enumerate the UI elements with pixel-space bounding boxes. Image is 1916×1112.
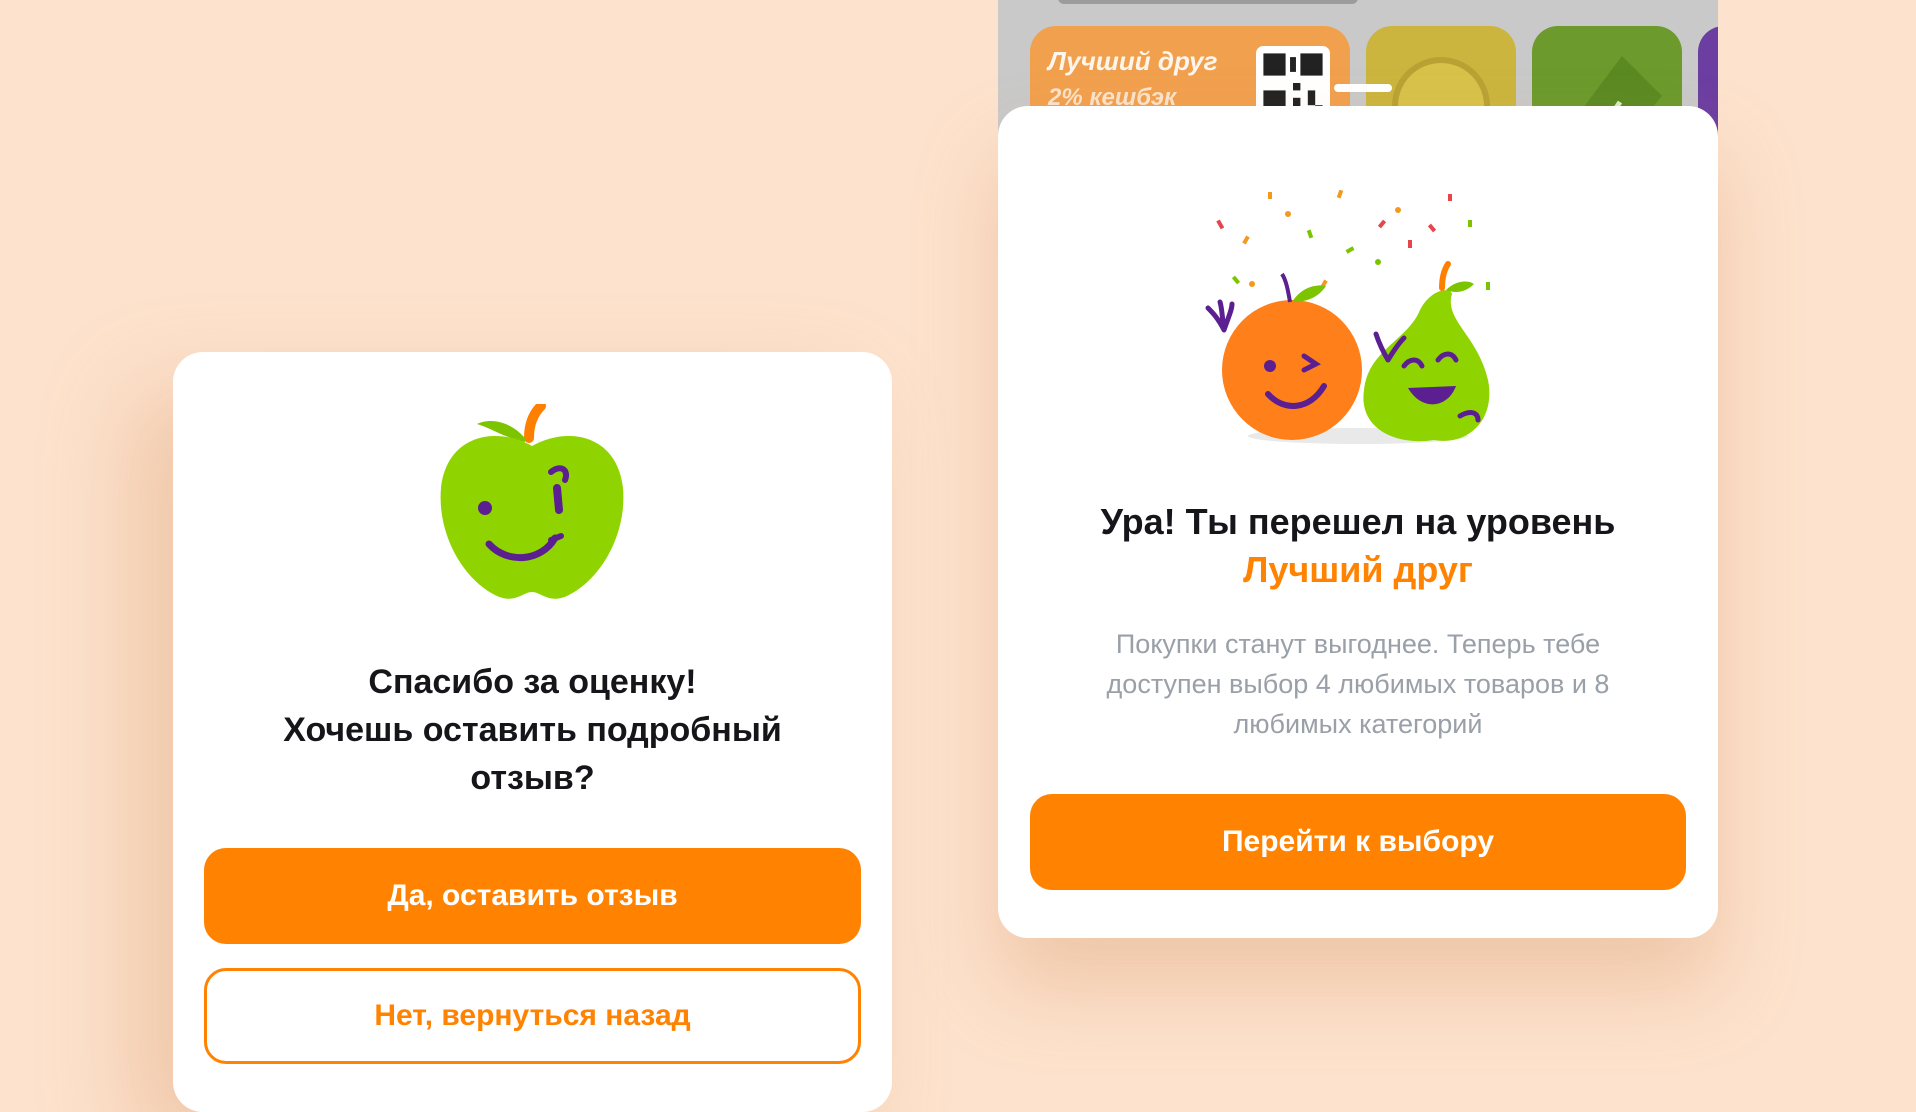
go-back-button[interactable]: Нет, вернуться назад [204,968,861,1064]
dialog-title-line: Спасибо за оценку! [368,663,697,701]
level-name: Лучший друг [1243,549,1473,590]
dialog-title: Спасибо за оценку! Хочешь оставить подро… [213,658,852,802]
confetti [1216,190,1490,290]
orange-and-pear-celebration-icon [1205,190,1490,444]
go-to-choice-button[interactable]: Перейти к выбору [1030,794,1686,890]
level-up-sheet: Ура! Ты перешел на уровень Лучший друг П… [998,106,1718,938]
loyalty-card-label: Лучший друг [1048,46,1218,76]
level-description: Покупки станут выгоднее. Теперь тебе дос… [1106,629,1610,739]
dialog-title-line: Хочешь оставить подробный [283,711,782,749]
level-up-title: Ура! Ты перешел на уровень [1100,501,1616,542]
dialog-title-line: отзыв? [470,759,595,797]
app-section-title [1058,0,1358,4]
leave-review-button[interactable]: Да, оставить отзыв [204,848,861,944]
rating-thanks-dialog: Спасибо за оценку! Хочешь оставить подро… [173,352,892,1112]
sheet-drag-handle[interactable] [1334,84,1392,92]
smiling-apple-icon [440,404,624,599]
